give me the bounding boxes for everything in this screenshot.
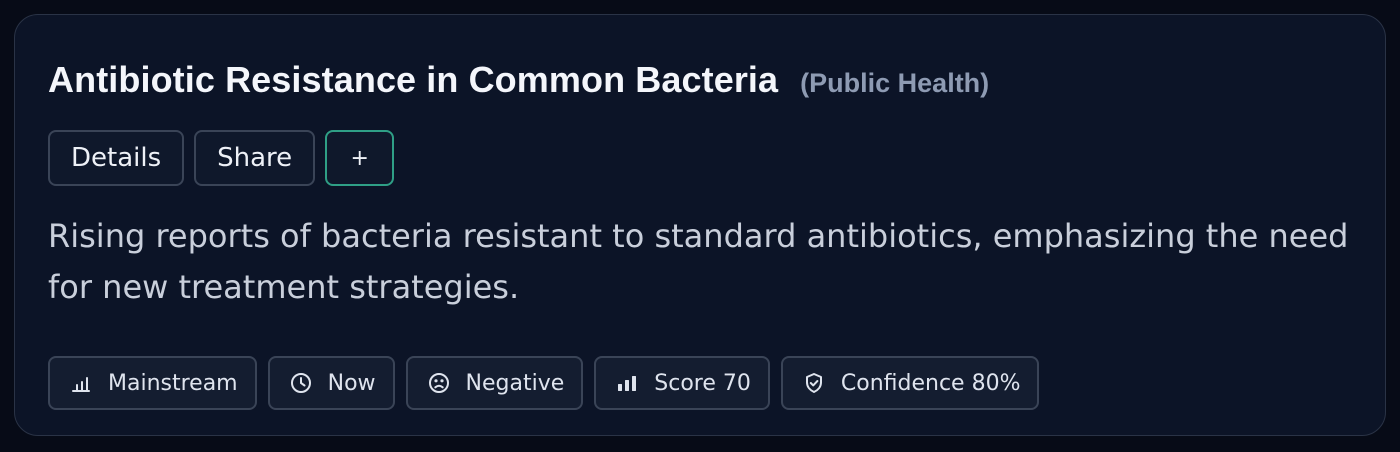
chip-time: Now bbox=[267, 356, 395, 410]
chip-label: Negative bbox=[465, 370, 565, 396]
topic-card: Antibiotic Resistance in Common Bacteria… bbox=[14, 14, 1386, 436]
clock-icon bbox=[288, 370, 314, 396]
chip-sentiment: Negative bbox=[405, 356, 584, 410]
details-button[interactable]: Details bbox=[48, 130, 185, 186]
signal-bars-icon bbox=[614, 370, 640, 396]
meta-chips: Mainstream Now Negative Score 70 Confide… bbox=[48, 356, 1040, 410]
chip-confidence: Confidence 80% bbox=[780, 356, 1040, 410]
share-button[interactable]: Share bbox=[194, 130, 316, 186]
card-title: Antibiotic Resistance in Common Bacteria bbox=[48, 59, 779, 100]
category-label: (Public Health) bbox=[800, 68, 990, 98]
chip-label: Now bbox=[327, 370, 376, 396]
add-button[interactable]: + bbox=[325, 130, 395, 186]
chip-label: Mainstream bbox=[108, 370, 238, 396]
action-buttons: Details Share + bbox=[48, 130, 395, 186]
chip-label: Score 70 bbox=[654, 370, 751, 396]
bar-chart-icon bbox=[68, 370, 94, 396]
chip-score: Score 70 bbox=[594, 356, 770, 410]
title-row: Antibiotic Resistance in Common Bacteria… bbox=[48, 59, 989, 101]
chip-mainstream: Mainstream bbox=[48, 356, 257, 410]
card-description: Rising reports of bacteria resistant to … bbox=[48, 217, 1349, 306]
frown-face-icon bbox=[426, 370, 452, 396]
chip-label: Confidence 80% bbox=[840, 370, 1021, 396]
shield-check-icon bbox=[801, 370, 827, 396]
